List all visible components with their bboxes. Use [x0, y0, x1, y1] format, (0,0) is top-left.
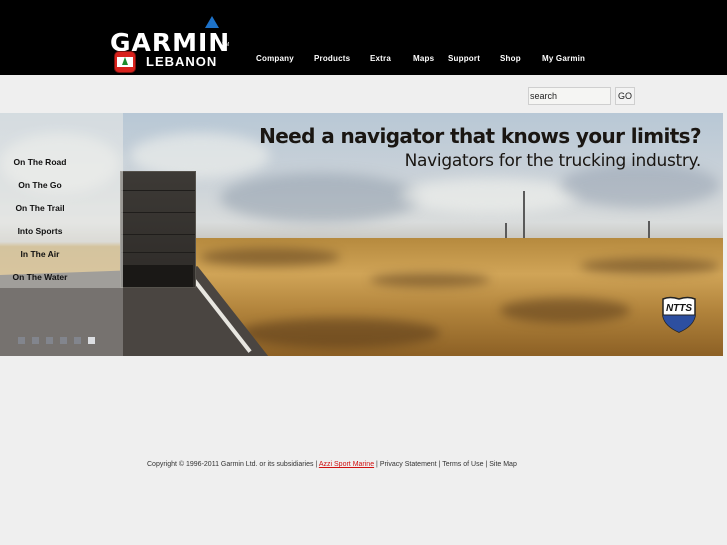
privacy-statement-link[interactable]: Privacy Statement: [380, 461, 437, 468]
site-header: GARMIN TM LEBANON Company Products Extra…: [0, 0, 727, 75]
radio-tower: [648, 221, 650, 239]
menu-into-sports[interactable]: Into Sports: [0, 226, 80, 236]
dealer-link[interactable]: Azzi Sport Marine: [319, 461, 374, 468]
menu-on-the-water[interactable]: On The Water: [0, 272, 80, 282]
search-input[interactable]: [528, 87, 611, 105]
lebanon-flag-icon: [115, 52, 135, 72]
slide-dot[interactable]: [32, 337, 39, 344]
slide-dot[interactable]: [46, 337, 53, 344]
prairie-field: [180, 238, 723, 356]
region-name: LEBANON: [146, 54, 218, 69]
garmin-triangle-icon: [205, 16, 219, 28]
terms-of-use-link[interactable]: Terms of Use: [442, 461, 483, 468]
radio-tower: [523, 191, 525, 239]
hero-subheadline: Navigators for the trucking industry.: [404, 151, 702, 171]
slide-dot[interactable]: [60, 337, 67, 344]
garmin-logo[interactable]: GARMIN TM LEBANON: [108, 14, 233, 74]
menu-on-the-road[interactable]: On The Road: [0, 157, 80, 167]
menu-on-the-trail[interactable]: On The Trail: [0, 203, 80, 213]
menu-in-the-air[interactable]: In The Air: [0, 249, 80, 259]
hero-headline: Need a navigator that knows your limits?: [259, 124, 702, 148]
slide-dot[interactable]: [88, 337, 95, 344]
search-go-button[interactable]: GO: [615, 87, 635, 105]
menu-on-the-go[interactable]: On The Go: [0, 180, 80, 190]
ntts-shield-icon: NTTS: [662, 296, 696, 333]
copyright-text: Copyright © 1996-2011 Garmin Ltd. or its…: [147, 461, 314, 468]
nav-maps[interactable]: Maps: [413, 54, 434, 63]
nav-products[interactable]: Products: [314, 54, 350, 63]
nav-company[interactable]: Company: [256, 54, 294, 63]
truck-trailer: [120, 171, 196, 288]
ntts-badge-text: NTTS: [666, 303, 692, 314]
site-footer: Copyright © 1996-2011 Garmin Ltd. or its…: [147, 461, 517, 468]
radio-tower: [505, 223, 507, 239]
site-map-link[interactable]: Site Map: [489, 461, 517, 468]
nav-my-garmin[interactable]: My Garmin: [542, 54, 585, 63]
slide-dot[interactable]: [18, 337, 25, 344]
trademark: TM: [222, 42, 230, 48]
nav-shop[interactable]: Shop: [500, 54, 521, 63]
nav-support[interactable]: Support: [448, 54, 480, 63]
hero-banner[interactable]: On The Road On The Go On The Trail Into …: [0, 113, 723, 356]
nav-extra[interactable]: Extra: [370, 54, 391, 63]
slide-dot[interactable]: [74, 337, 81, 344]
